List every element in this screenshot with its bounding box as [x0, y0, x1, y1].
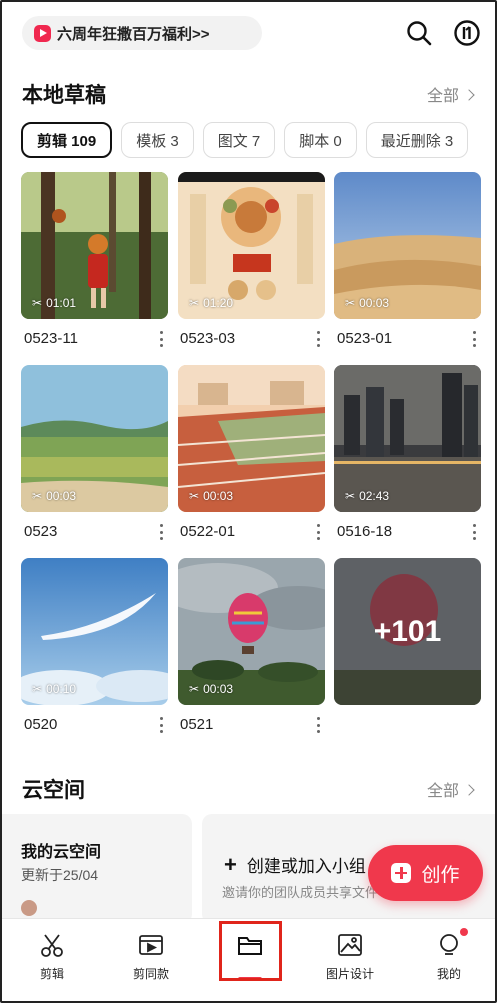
tab-edit[interactable]: 剪辑: [12, 931, 92, 982]
duration-label: ✂ 01:20: [189, 296, 234, 310]
duration-label: ✂ 00:03: [189, 489, 234, 503]
draft-name: 0523-03: [180, 330, 236, 347]
more-options-icon[interactable]: [472, 331, 476, 347]
my-cloud-updated: 更新于25/04: [21, 867, 99, 883]
drafts-title: 本地草稿: [22, 84, 106, 107]
more-options-icon[interactable]: [316, 524, 320, 540]
more-options-icon[interactable]: [316, 331, 320, 347]
draft-thumb-1[interactable]: ✂ 01:01: [21, 172, 168, 319]
chevron-right-icon: [463, 783, 475, 796]
more-options-icon[interactable]: [159, 524, 163, 540]
cloud-all-link[interactable]: 全部: [426, 777, 475, 801]
my-cloud-card[interactable]: 我的云空间 更新于25/04: [2, 814, 192, 924]
draft-thumb-4[interactable]: ✂ 00:03: [21, 365, 168, 512]
draft-thumb-7[interactable]: ✂ 00:10: [21, 558, 168, 705]
create-team-row: + 创建或加入小组: [224, 852, 366, 877]
duration-label: ✂ 01:01: [32, 296, 77, 310]
search-icon[interactable]: [403, 17, 435, 49]
draft-name: 0523: [24, 523, 58, 540]
draft-thumb-3[interactable]: ✂ 00:03: [334, 172, 481, 319]
promo-text: 六周年狂撒百万福利>>: [57, 25, 210, 43]
duration-label: ✂ 00:10: [32, 682, 77, 696]
play-badge-icon: [34, 24, 51, 42]
duration-label: ✂ 00:03: [32, 489, 77, 503]
tab-label: 我的: [436, 967, 461, 981]
more-drafts-count: +101: [334, 558, 481, 705]
draft-name: 0522-01: [180, 523, 236, 540]
highlight-box: [219, 921, 282, 981]
tab-template[interactable]: 剪同款: [111, 931, 191, 982]
notification-dot: [460, 928, 468, 936]
draft-filter-chips: 剪辑 109 模板 3 图文 7 脚本 0 最近删除 3: [21, 122, 469, 158]
chip-edit[interactable]: 剪辑 109: [21, 122, 113, 158]
draft-thumb-8[interactable]: ✂ 00:03: [178, 558, 325, 705]
draft-name: 0516-18: [337, 523, 393, 540]
draft-thumb-2[interactable]: ✂ 01:20: [178, 172, 325, 319]
more-options-icon[interactable]: [159, 331, 163, 347]
tab-label: 剪辑: [39, 967, 64, 981]
plus-box-icon: [391, 863, 412, 883]
create-label: 创作: [421, 864, 460, 886]
chip-template[interactable]: 模板 3: [121, 122, 194, 158]
draft-name: 0523-11: [24, 330, 78, 347]
app-screen: 六周年狂撒百万福利>> 本地草稿 全部 剪辑 109 模板 3 图文 7 脚本 …: [0, 0, 497, 1003]
draft-thumb-5[interactable]: ✂ 00:03: [178, 365, 325, 512]
my-cloud-title: 我的云空间: [21, 844, 102, 861]
more-options-icon[interactable]: [316, 717, 320, 733]
cloud-title: 云空间: [22, 779, 85, 802]
drafts-all-label: 全部: [426, 88, 459, 105]
duration-label: ✂ 00:03: [345, 296, 390, 310]
draft-name: 0523-01: [337, 330, 393, 347]
create-fab-button[interactable]: 创作: [368, 845, 483, 901]
scissors-icon: [38, 931, 66, 959]
more-options-icon[interactable]: [472, 524, 476, 540]
cloud-all-label: 全部: [426, 783, 459, 800]
tab-image-design[interactable]: 图片设计: [310, 931, 390, 982]
draft-more-thumb[interactable]: +101: [334, 558, 481, 705]
duration-label: ✂ 00:03: [189, 682, 234, 696]
template-film-icon: [137, 931, 165, 959]
chip-image-text[interactable]: 图文 7: [202, 122, 276, 158]
draft-name: 0520: [24, 716, 58, 733]
chevron-right-icon: [463, 88, 475, 101]
create-team-subtitle: 邀请你的团队成员共享文件: [222, 885, 379, 900]
promo-banner[interactable]: 六周年狂撒百万福利>>: [22, 16, 262, 50]
chip-recently-deleted[interactable]: 最近删除 3: [365, 122, 469, 158]
draft-thumb-6[interactable]: ✂ 02:43: [334, 365, 481, 512]
plus-icon: +: [224, 851, 237, 877]
create-team-title: 创建或加入小组: [246, 857, 366, 876]
draft-name: 0521: [180, 716, 214, 733]
duration-label: ✂ 02:43: [345, 489, 390, 503]
stats-circle-icon[interactable]: [451, 17, 483, 49]
chip-script[interactable]: 脚本 0: [284, 122, 357, 158]
tab-label: 剪同款: [132, 967, 169, 981]
image-design-icon: [336, 931, 364, 959]
more-options-icon[interactable]: [159, 717, 163, 733]
tab-label: 图片设计: [325, 967, 374, 981]
avatar: [21, 900, 37, 916]
profile-icon: [435, 931, 463, 959]
drafts-all-link[interactable]: 全部: [426, 82, 475, 106]
tab-profile[interactable]: 我的: [409, 931, 489, 982]
